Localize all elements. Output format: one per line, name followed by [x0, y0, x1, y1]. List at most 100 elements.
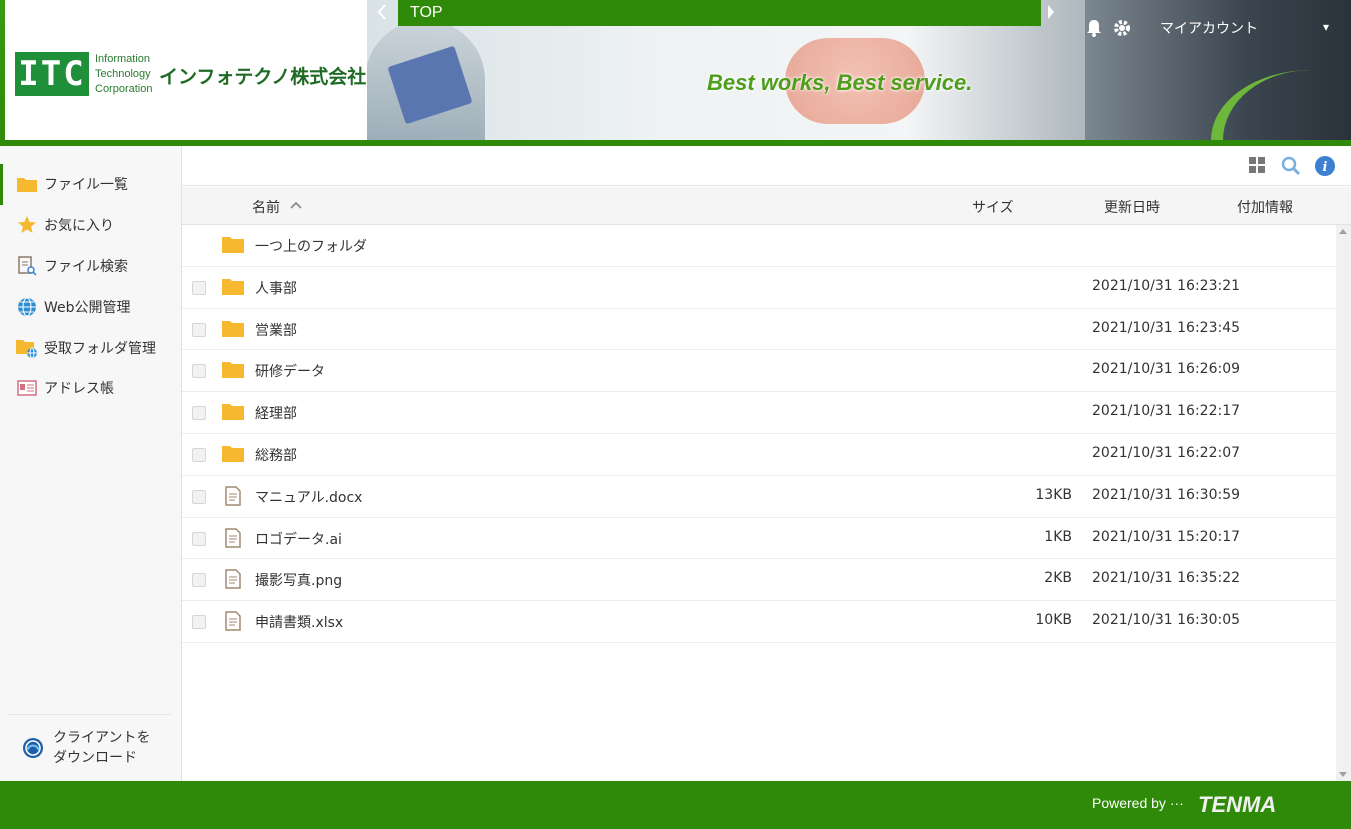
- file-list-panel: i 名前 サイズ 更新日時 付加情報 一つ上のフォルダ 人事部 2021/10/3…: [182, 146, 1351, 781]
- app-footer: Powered by ··· TENMA: [0, 781, 1351, 829]
- globe-icon: [16, 297, 38, 317]
- table-header: 名前 サイズ 更新日時 付加情報: [182, 187, 1351, 225]
- parent-folder-row[interactable]: 一つ上のフォルダ: [182, 225, 1336, 267]
- download-client-button[interactable]: クライアントを ダウンロード: [8, 714, 171, 780]
- file-name[interactable]: 営業部: [255, 320, 297, 340]
- sidebar-menu: ファイル一覧 お気に入り ファイル検索 Web公開管理 受取フォルダ管理 アドレ…: [0, 146, 181, 409]
- file-size: 10KB: [1035, 612, 1072, 629]
- chevron-right-icon[interactable]: [1046, 4, 1060, 22]
- table-row[interactable]: 撮影写真.png 2KB 2021/10/31 16:35:22: [182, 559, 1336, 602]
- document-icon: [224, 527, 246, 548]
- logo-sub-line: Information: [95, 53, 151, 65]
- file-name[interactable]: 経理部: [255, 403, 297, 423]
- column-header-date[interactable]: 更新日時: [1104, 197, 1160, 217]
- file-name[interactable]: ロゴデータ.ai: [255, 529, 342, 549]
- table-row[interactable]: 総務部 2021/10/31 16:22:07: [182, 434, 1336, 476]
- row-checkbox[interactable]: [192, 364, 206, 379]
- sidebar-item-address-book[interactable]: アドレス帳: [0, 368, 181, 409]
- sidebar-item-label: ファイル検索: [44, 258, 128, 275]
- table-row[interactable]: ロゴデータ.ai 1KB 2021/10/31 15:20:17: [182, 518, 1336, 560]
- breadcrumb-top[interactable]: TOP: [410, 4, 443, 21]
- table-row[interactable]: 経理部 2021/10/31 16:22:17: [182, 392, 1336, 434]
- folder-icon: [222, 445, 244, 465]
- modified-date: 2021/10/31 16:30:59: [1092, 486, 1241, 503]
- table-row[interactable]: マニュアル.docx 13KB 2021/10/31 16:30:59: [182, 476, 1336, 518]
- modified-date: 2021/10/31 16:35:22: [1092, 570, 1241, 587]
- svg-text:i: i: [1323, 160, 1328, 175]
- sidebar-item-label: ファイル一覧: [44, 177, 128, 194]
- row-checkbox[interactable]: [192, 447, 206, 462]
- parent-folder-label: 一つ上のフォルダ: [255, 239, 367, 255]
- file-table-body: 一つ上のフォルダ 人事部 2021/10/31 16:23:21 営業部 2021/1…: [182, 225, 1336, 643]
- address-card-icon: [16, 378, 38, 398]
- sort-ascending-icon[interactable]: [290, 197, 302, 209]
- header-actions: マイアカウント: [1086, 16, 1258, 40]
- modified-date: 2021/10/31 16:26:09: [1092, 361, 1241, 378]
- row-checkbox[interactable]: [192, 489, 206, 504]
- folder-globe-icon: [16, 338, 38, 358]
- sidebar: ファイル一覧 お気に入り ファイル検索 Web公開管理 受取フォルダ管理 アドレ…: [0, 146, 182, 781]
- file-size: 2KB: [1044, 570, 1072, 587]
- bell-icon[interactable]: [1086, 19, 1102, 37]
- table-row[interactable]: 申請書類.xlsx 10KB 2021/10/31 16:30:05: [182, 601, 1336, 643]
- sidebar-item-file-list[interactable]: ファイル一覧: [0, 164, 181, 205]
- document-icon: [224, 569, 246, 590]
- breadcrumb: TOP: [398, 0, 1041, 26]
- modified-date: 2021/10/31 16:30:05: [1092, 612, 1241, 629]
- file-name[interactable]: 人事部: [255, 278, 297, 298]
- table-row[interactable]: 人事部 2021/10/31 16:23:21: [182, 267, 1336, 309]
- chevron-left-icon[interactable]: [377, 4, 391, 22]
- file-size: 1KB: [1044, 528, 1072, 545]
- file-name[interactable]: 研修データ: [255, 361, 325, 381]
- column-header-extra[interactable]: 付加情報: [1237, 197, 1293, 217]
- my-account-link[interactable]: マイアカウント: [1160, 18, 1258, 38]
- company-logo[interactable]: ITC Information Technology Corporation イ…: [5, 0, 367, 140]
- banner-slogan: Best works, Best service.: [707, 70, 973, 95]
- chevron-down-icon[interactable]: ▾: [1323, 20, 1329, 34]
- folder-icon: [222, 320, 244, 340]
- file-name[interactable]: 申請書類.xlsx: [255, 612, 343, 632]
- row-checkbox[interactable]: [192, 280, 206, 295]
- sidebar-item-web-publish[interactable]: Web公開管理: [0, 286, 181, 327]
- grid-view-icon[interactable]: [1248, 156, 1268, 176]
- tenma-logo: TENMA: [1198, 792, 1277, 817]
- row-checkbox[interactable]: [192, 615, 206, 630]
- column-header-name[interactable]: 名前: [252, 197, 280, 217]
- client-globe-icon: [21, 736, 45, 760]
- modified-date: 2021/10/31 15:20:17: [1092, 528, 1241, 545]
- row-checkbox[interactable]: [192, 531, 206, 546]
- download-label-line: ダウンロード: [53, 749, 137, 766]
- table-row[interactable]: 営業部 2021/10/31 16:23:45: [182, 309, 1336, 351]
- download-label-line: クライアントを: [53, 729, 151, 746]
- folder-icon: [222, 236, 244, 256]
- search-icon[interactable]: [1281, 156, 1301, 176]
- file-name[interactable]: 撮影写真.png: [255, 570, 342, 590]
- scroll-up-arrow-icon[interactable]: [1339, 229, 1347, 234]
- modified-date: 2021/10/31 16:23:45: [1092, 319, 1241, 336]
- logo-subtitle: Information Technology Corporation: [95, 52, 152, 97]
- folder-icon: [222, 361, 244, 381]
- info-icon[interactable]: i: [1315, 156, 1335, 176]
- star-icon: [16, 215, 38, 235]
- folder-icon: [16, 174, 38, 194]
- modified-date: 2021/10/31 16:23:21: [1092, 277, 1241, 294]
- sidebar-item-label: お気に入り: [44, 218, 114, 235]
- vertical-scrollbar[interactable]: [1336, 225, 1351, 781]
- row-checkbox[interactable]: [192, 322, 206, 337]
- powered-by-text: Powered by ···: [1092, 795, 1184, 811]
- table-row[interactable]: 研修データ 2021/10/31 16:26:09: [182, 350, 1336, 393]
- row-checkbox[interactable]: [192, 573, 206, 588]
- sidebar-item-file-search[interactable]: ファイル検索: [0, 246, 181, 287]
- row-checkbox[interactable]: [192, 406, 206, 421]
- logo-mark: ITC: [15, 52, 89, 96]
- column-header-size[interactable]: サイズ: [972, 197, 1014, 217]
- logo-sub-line: Technology: [95, 68, 151, 80]
- sidebar-item-favorites[interactable]: お気に入り: [0, 205, 181, 246]
- file-name[interactable]: マニュアル.docx: [255, 487, 362, 507]
- file-name[interactable]: 総務部: [255, 445, 297, 465]
- gear-icon[interactable]: [1112, 18, 1132, 38]
- logo-sub-line: Corporation: [95, 83, 153, 95]
- document-icon: [224, 611, 246, 631]
- sidebar-item-receive-folder[interactable]: 受取フォルダ管理: [0, 327, 181, 368]
- scroll-down-arrow-icon[interactable]: [1339, 772, 1347, 777]
